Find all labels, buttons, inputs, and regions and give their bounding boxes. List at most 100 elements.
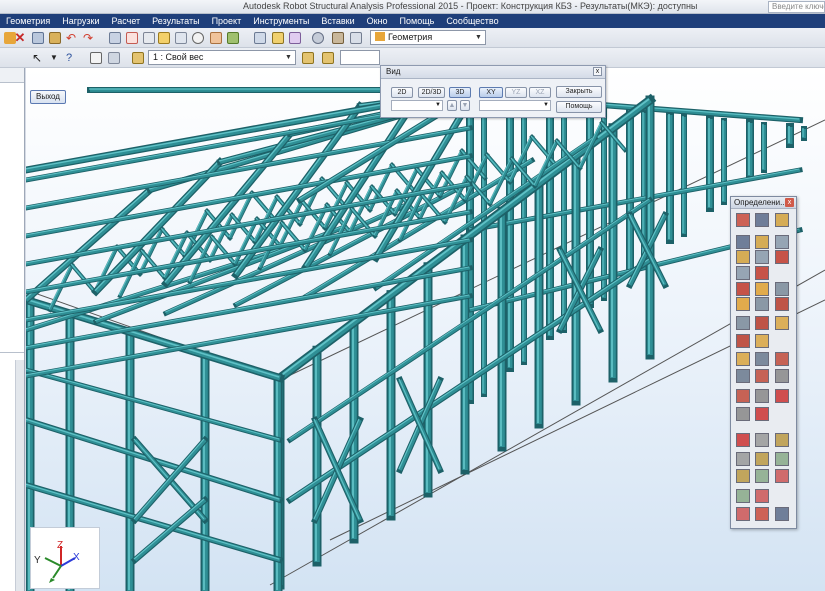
close-button[interactable]: Закрыть [556,86,602,98]
lock-icon[interactable] [156,30,172,46]
draw-icon[interactable] [252,30,268,46]
menu-geometry[interactable]: Геометрия [0,14,56,28]
zoom-icon[interactable] [190,30,206,46]
redo-icon[interactable]: ↷ [81,30,97,46]
offset-icon[interactable] [755,297,769,311]
plane-xz-button[interactable]: XZ [529,87,551,98]
menu-community[interactable]: Сообщество [440,14,504,28]
release-icon[interactable] [755,282,769,296]
undo-view-icon[interactable] [225,30,241,46]
scrollbar[interactable] [15,360,24,591]
close-icon[interactable]: x [785,198,794,207]
copy-icon[interactable] [30,30,46,46]
section-view-icon[interactable] [348,30,364,46]
rigid-link-icon[interactable] [736,452,750,466]
material-icon[interactable] [736,282,750,296]
release-icon[interactable] [736,297,750,311]
palette-titlebar[interactable]: Определени... x [731,197,796,209]
compatible-node-icon[interactable] [736,469,750,483]
panel-icon[interactable] [775,297,789,311]
bar-icon[interactable] [755,507,769,521]
hinge-icon[interactable] [755,389,769,403]
chevron-down-icon[interactable]: ▼ [435,101,441,110]
panel-icon[interactable] [736,334,750,348]
menu-loads[interactable]: Нагрузки [56,14,105,28]
chevron-down-icon[interactable]: ▼ [543,101,549,110]
snow-icon[interactable] [736,507,750,521]
wrench-icon[interactable] [330,30,346,46]
spring-icon[interactable] [775,352,789,366]
plane-yz-button[interactable]: YZ [505,87,527,98]
section-icon[interactable] [173,30,189,46]
load-display-icon[interactable] [300,50,316,66]
chevron-down-icon[interactable]: ▼ [283,51,294,64]
delete-icon[interactable]: ✕ [12,30,28,46]
mode-3d-button[interactable]: 3D [449,87,471,98]
load-arrow-icon[interactable] [320,50,336,66]
mode-2d-button[interactable]: 2D [391,87,413,98]
gear-icon[interactable] [310,30,326,46]
hand-icon[interactable] [208,30,224,46]
load-icon[interactable] [755,469,769,483]
thickness-icon[interactable] [736,352,750,366]
menu-help[interactable]: Помощь [394,14,441,28]
menu-design[interactable]: Проект [206,14,248,28]
load-icon[interactable] [775,452,789,466]
paste-icon[interactable] [47,30,63,46]
exit-button[interactable]: Выход [30,90,66,104]
chevron-down-icon[interactable]: ▼ [48,50,64,66]
support-icon[interactable] [736,250,750,264]
load-value-field[interactable] [340,50,380,65]
panel-icon[interactable] [755,316,769,330]
close-icon[interactable]: x [593,67,602,76]
snow-icon[interactable] [775,469,789,483]
calculator-icon[interactable] [107,30,123,46]
menu-results[interactable]: Результаты [146,14,205,28]
menu-addins[interactable]: Вставки [315,14,360,28]
spring-icon[interactable] [736,389,750,403]
view-dialog-titlebar[interactable]: Вид x [381,66,605,79]
ruler-icon[interactable] [287,30,303,46]
level-down-button[interactable]: ▼ [460,100,470,111]
load-icon[interactable] [736,489,750,503]
chevron-down-icon[interactable]: ▼ [473,31,484,44]
spring-icon[interactable] [755,369,769,383]
search-input[interactable]: Введите ключевое [768,1,825,13]
level-combo[interactable]: ▼ [391,100,443,111]
rigid-link-icon[interactable] [755,433,769,447]
cable-icon[interactable] [736,433,750,447]
menu-window[interactable]: Окно [361,14,394,28]
node-icon[interactable] [736,235,750,249]
pointer-icon[interactable]: ↖ [30,50,46,66]
thickness-icon[interactable] [775,316,789,330]
opening-icon[interactable] [755,352,769,366]
compatible-node-icon[interactable] [755,452,769,466]
structure-viewport[interactable] [26,68,825,591]
node-icon[interactable] [755,213,769,227]
opening-icon[interactable] [736,369,750,383]
section-icon[interactable] [775,235,789,249]
material-icon[interactable] [775,250,789,264]
cable-icon[interactable] [775,389,789,403]
hinge-icon[interactable] [775,369,789,383]
load-case-combo[interactable]: 1 : Свой вес ▼ [148,50,296,65]
menu-analysis[interactable]: Расчет [106,14,147,28]
plane-xy-button[interactable]: XY [479,87,503,98]
frame-icon[interactable] [106,50,122,66]
home-icon[interactable] [88,50,104,66]
support-icon[interactable] [755,235,769,249]
help-button[interactable]: Помощь [556,101,602,113]
material-icon[interactable] [755,266,769,280]
section-icon[interactable] [755,250,769,264]
compatible-node-icon[interactable] [775,433,789,447]
cable-icon[interactable] [755,407,769,421]
report-icon[interactable] [141,30,157,46]
level-up-button[interactable]: ▲ [447,100,457,111]
thickness-icon[interactable] [755,334,769,348]
layout-combo[interactable]: Геометрия ▼ [370,30,486,45]
section-icon[interactable] [736,266,750,280]
menu-tools[interactable]: Инструменты [247,14,315,28]
table-icon[interactable] [124,30,140,46]
bar-icon[interactable] [736,213,750,227]
node-icon[interactable] [775,507,789,521]
